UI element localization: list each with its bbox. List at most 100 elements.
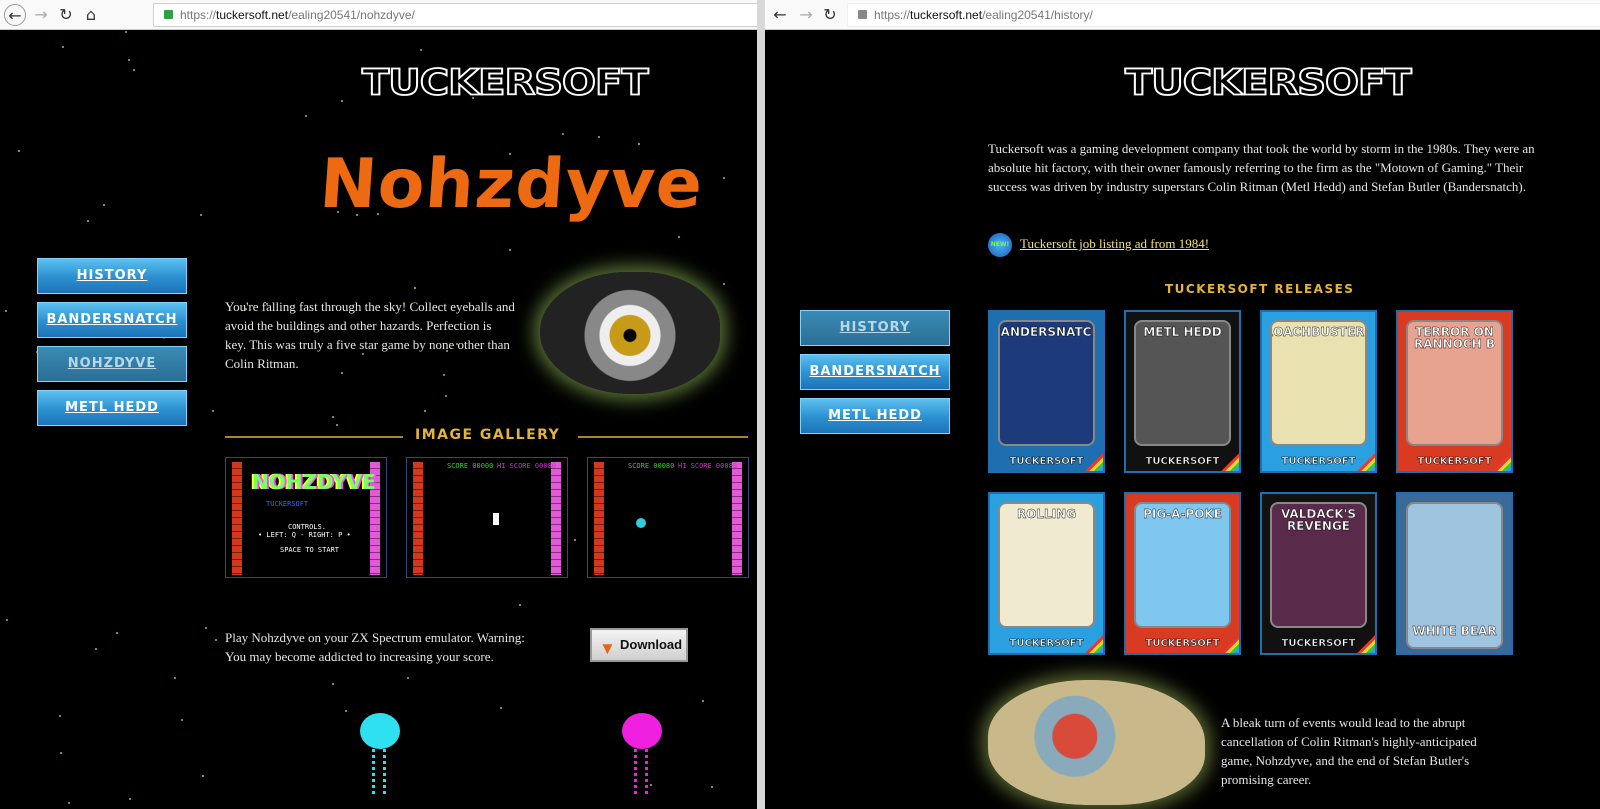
rainbow-stripe: [1357, 453, 1375, 471]
star: [116, 632, 119, 635]
star: [419, 48, 422, 51]
star: [180, 718, 183, 721]
pillar: [594, 462, 604, 575]
star: [723, 177, 726, 180]
closing-paragraph: A bleak turn of events would lead to the…: [1221, 715, 1477, 787]
nav-button-history[interactable]: HISTORY: [37, 258, 187, 294]
release-title: BANDERSNATCH: [1000, 325, 1093, 339]
star: [204, 627, 207, 630]
tuckersoft-logo[interactable]: TUCKERSOFT: [1124, 61, 1413, 104]
star: [574, 538, 577, 541]
star: [335, 424, 338, 427]
address-bar[interactable]: https://tuckersoft.net/ealing20541/histo…: [847, 3, 1600, 27]
release-card[interactable]: PIG-A-POKE TUCKERSOFT: [1124, 492, 1241, 655]
thumb-text: SCORE 00000: [447, 462, 494, 470]
play-instructions: Play Nohzdyve on your ZX Spectrum emulat…: [225, 630, 525, 664]
star: [598, 136, 601, 139]
release-card[interactable]: VALDACK'S REVENGE TUCKERSOFT: [1260, 492, 1377, 655]
nohzdyve-title: Nohzdyve: [317, 145, 706, 224]
star: [508, 248, 511, 251]
releases-heading: TUCKERSOFT RELEASES: [1165, 282, 1355, 296]
star: [215, 638, 218, 641]
rainbow-stripe: [1493, 453, 1511, 471]
star: [414, 287, 417, 290]
release-card[interactable]: ROLLING TUCKERSOFT: [988, 492, 1105, 655]
gallery-divider-left: [225, 436, 403, 438]
thumb-text: HI SCORE 00080: [678, 462, 738, 470]
job-listing-link[interactable]: Tuckersoft job listing ad from 1984!: [1020, 236, 1209, 252]
forward-icon[interactable]: →: [795, 4, 817, 26]
url-domain: tuckersoft.net: [910, 8, 983, 22]
pillar: [551, 462, 561, 575]
thumb-text: SPACE TO START: [280, 546, 340, 554]
star: [60, 751, 63, 754]
thumb-text: SCORE 00080: [628, 462, 675, 470]
star: [678, 236, 681, 239]
star: [332, 683, 335, 686]
release-card[interactable]: BANDERSNATCHTUCKERSOFT: [988, 310, 1105, 473]
star: [406, 677, 409, 680]
release-card[interactable]: METL HEDD TUCKERSOFT: [1124, 310, 1241, 473]
star: [701, 700, 704, 703]
star: [18, 150, 21, 153]
download-button[interactable]: ▼ Download: [590, 628, 688, 662]
nav-button-bandersnatch[interactable]: BANDERSNATCH: [800, 354, 950, 390]
home-icon[interactable]: ⌂: [80, 4, 102, 26]
nav-button-nohzdyve[interactable]: NOHZDYVE: [37, 346, 187, 382]
release-title: METL HEDD: [1143, 325, 1222, 339]
rainbow-stripe: [1221, 453, 1239, 471]
gallery-divider-right: [578, 436, 748, 438]
back-icon[interactable]: ←: [4, 4, 26, 26]
pillar: [232, 462, 242, 575]
star: [710, 785, 713, 788]
release-card[interactable]: WHITE BEAR: [1396, 492, 1513, 655]
release-title: TERROR ON RANNOCH B: [1414, 325, 1495, 351]
nav-button-history[interactable]: HISTORY: [800, 310, 950, 346]
browser-toolbar: ← → ↻ ⌂ https://tuckersoft.net/ealing205…: [0, 0, 757, 30]
star: [340, 100, 343, 103]
release-card[interactable]: TERROR ON RANNOCH B TUCKERSOFT: [1396, 310, 1513, 473]
star: [424, 409, 427, 412]
lock-icon: [164, 10, 173, 19]
magenta-eyeball-sprite: [622, 713, 662, 749]
address-bar[interactable]: https://tuckersoft.net/ealing20541/nohzd…: [153, 3, 757, 27]
star: [723, 283, 726, 286]
forward-icon[interactable]: →: [30, 4, 52, 26]
release-cover-art: BANDERSNATCH: [998, 320, 1095, 446]
window-divider: [757, 0, 765, 809]
star: [94, 647, 97, 650]
star: [5, 310, 8, 313]
new-badge-icon: NEW!: [988, 233, 1012, 257]
gallery-image-gameplay-1[interactable]: SCORE 00000 HI SCORE 00080: [406, 457, 568, 578]
star: [102, 204, 105, 207]
release-card[interactable]: ROACHBUSTERSTUCKERSOFT: [1260, 310, 1377, 473]
thumb-text: CONTROLS.: [288, 523, 326, 531]
gallery-image-gameplay-2[interactable]: SCORE 00080 HI SCORE 00080: [587, 457, 749, 578]
falling-character: [493, 513, 499, 525]
release-title: ROLLING: [1016, 507, 1077, 521]
reload-icon[interactable]: ↻: [55, 4, 77, 26]
star: [519, 604, 522, 607]
gallery-image-title-screen[interactable]: NOHZDYVE TUCKERSOFT CONTROLS. • LEFT: Q …: [225, 457, 387, 578]
left-browser-window: ← → ↻ ⌂ https://tuckersoft.net/ealing205…: [0, 0, 757, 809]
reload-icon[interactable]: ↻: [819, 4, 841, 26]
download-arrow-icon: ▼: [599, 639, 616, 658]
nav-button-metl-hedd[interactable]: METL HEDD: [37, 390, 187, 426]
robot-image: [988, 680, 1205, 805]
release-cover-art: ROACHBUSTERS: [1270, 320, 1367, 446]
tuckersoft-logo[interactable]: TUCKERSOFT: [361, 61, 650, 104]
star: [199, 214, 202, 217]
star: [201, 775, 204, 778]
star: [127, 59, 130, 62]
release-cover-art: ROLLING: [998, 502, 1095, 628]
thumb-text: • LEFT: Q - RIGHT: P •: [258, 531, 351, 539]
browser-toolbar: ← → ↻ https://tuckersoft.net/ealing20541…: [765, 0, 1600, 30]
star: [124, 30, 127, 33]
back-icon[interactable]: ←: [769, 4, 791, 26]
url-domain: tuckersoft.net: [216, 8, 289, 22]
release-cover-art: PIG-A-POKE: [1134, 502, 1231, 628]
nav-button-bandersnatch[interactable]: BANDERSNATCH: [37, 302, 187, 338]
right-browser-window: ← → ↻ https://tuckersoft.net/ealing20541…: [765, 0, 1600, 809]
nav-button-metl-hedd[interactable]: METL HEDD: [800, 398, 950, 434]
game-description: You're falling fast through the sky! Col…: [225, 299, 515, 371]
